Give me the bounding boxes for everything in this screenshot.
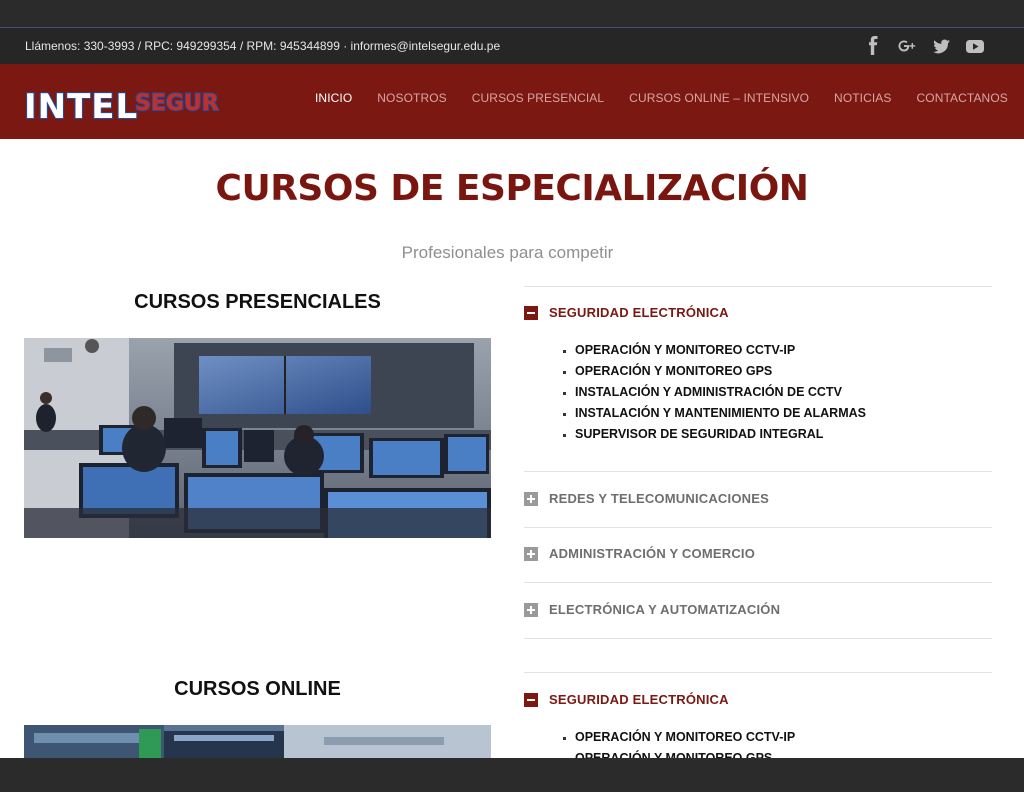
browser-top-strip — [0, 0, 1024, 28]
accordion-header-seguridad-electronica[interactable]: SEGURIDAD ELECTRÓNICA — [524, 305, 729, 320]
network-equipment-photo — [24, 725, 491, 758]
page-subtitle: Profesionales para competir — [401, 243, 614, 262]
accordion-label: REDES Y TELECOMUNICACIONES — [549, 491, 769, 506]
accordion-header-electronica[interactable]: ELECTRÓNICA Y AUTOMATIZACIÓN — [524, 602, 780, 617]
control-room-photo — [24, 338, 491, 538]
accordion-divider — [524, 672, 992, 673]
facebook-icon[interactable] — [862, 34, 884, 58]
collapse-icon — [524, 305, 538, 320]
course-item[interactable]: INSTALACIÓN Y MANTENIMIENTO DE ALARMAS — [575, 403, 866, 424]
accordion-header-online-seguridad-electronica[interactable]: SEGURIDAD ELECTRÓNICA — [524, 692, 729, 707]
twitter-icon[interactable] — [930, 34, 952, 58]
accordion-label: ADMINISTRACIÓN Y COMERCIO — [549, 546, 756, 561]
youtube-icon[interactable] — [964, 34, 986, 58]
accordion-divider — [524, 638, 992, 639]
online-title: CURSOS ONLINE — [174, 678, 341, 700]
accordion-divider — [524, 286, 992, 287]
course-item[interactable]: OPERACIÓN Y MONITOREO CCTV-IP — [575, 340, 866, 361]
course-item[interactable]: INSTALACIÓN Y ADMINISTRACIÓN DE CCTV — [575, 382, 866, 403]
course-item[interactable]: OPERACIÓN Y MONITOREO GPS — [575, 361, 866, 382]
nav-item-contactanos[interactable]: CONTACTANOS — [917, 91, 1008, 105]
contact-bar: Llámenos: 330-3993 / RPC: 949299354 / RP… — [0, 28, 1024, 64]
presencial-title: CURSOS PRESENCIALES — [134, 291, 381, 313]
nav-item-cursos-online[interactable]: CURSOS ONLINE – INTENSIVO — [629, 91, 809, 105]
course-item[interactable]: SUPERVISOR DE SEGURIDAD INTEGRAL — [575, 424, 866, 445]
nav-item-cursos-presencial[interactable]: CURSOS PRESENCIAL — [472, 91, 604, 105]
accordion-divider — [524, 527, 992, 528]
bottom-bar — [0, 758, 1024, 792]
contact-info: Llámenos: 330-3993 / RPC: 949299354 / RP… — [25, 39, 501, 53]
nav-item-inicio[interactable]: INICIO — [315, 91, 352, 105]
collapse-icon — [524, 692, 538, 707]
main-nav: INICIO NOSOTROS CURSOS PRESENCIAL CURSOS… — [315, 91, 1024, 105]
accordion-divider — [524, 582, 992, 583]
course-item[interactable]: OPERACIÓN Y MONITOREO CCTV-IP — [575, 727, 795, 748]
accordion-label: SEGURIDAD ELECTRÓNICA — [549, 692, 729, 707]
nav-item-nosotros[interactable]: NOSOTROS — [377, 91, 446, 105]
expand-icon — [524, 602, 538, 617]
accordion-label: ELECTRÓNICA Y AUTOMATIZACIÓN — [549, 602, 781, 617]
google-plus-icon[interactable] — [896, 34, 918, 58]
accordion-header-administracion[interactable]: ADMINISTRACIÓN Y COMERCIO — [524, 546, 755, 561]
intelsegur-logo[interactable]: INTEL SEGUR — [23, 82, 229, 128]
nav-item-noticias[interactable]: NOTICIAS — [834, 91, 891, 105]
expand-icon — [524, 546, 538, 561]
svg-text:INTEL: INTEL — [24, 87, 138, 126]
social-links — [862, 34, 986, 58]
site-header: INTEL SEGUR INICIO NOSOTROS CURSOS PRESE… — [0, 64, 1024, 139]
course-list-seguridad-electronica: OPERACIÓN Y MONITOREO CCTV-IP OPERACIÓN … — [557, 340, 866, 445]
expand-icon — [524, 491, 538, 506]
accordion-label: SEGURIDAD ELECTRÓNICA — [549, 305, 729, 320]
accordion-header-redes[interactable]: REDES Y TELECOMUNICACIONES — [524, 491, 769, 506]
page-title: CURSOS DE ESPECIALIZACIÓN — [215, 168, 809, 209]
svg-text:SEGUR: SEGUR — [135, 91, 219, 116]
accordion-divider — [524, 471, 992, 472]
